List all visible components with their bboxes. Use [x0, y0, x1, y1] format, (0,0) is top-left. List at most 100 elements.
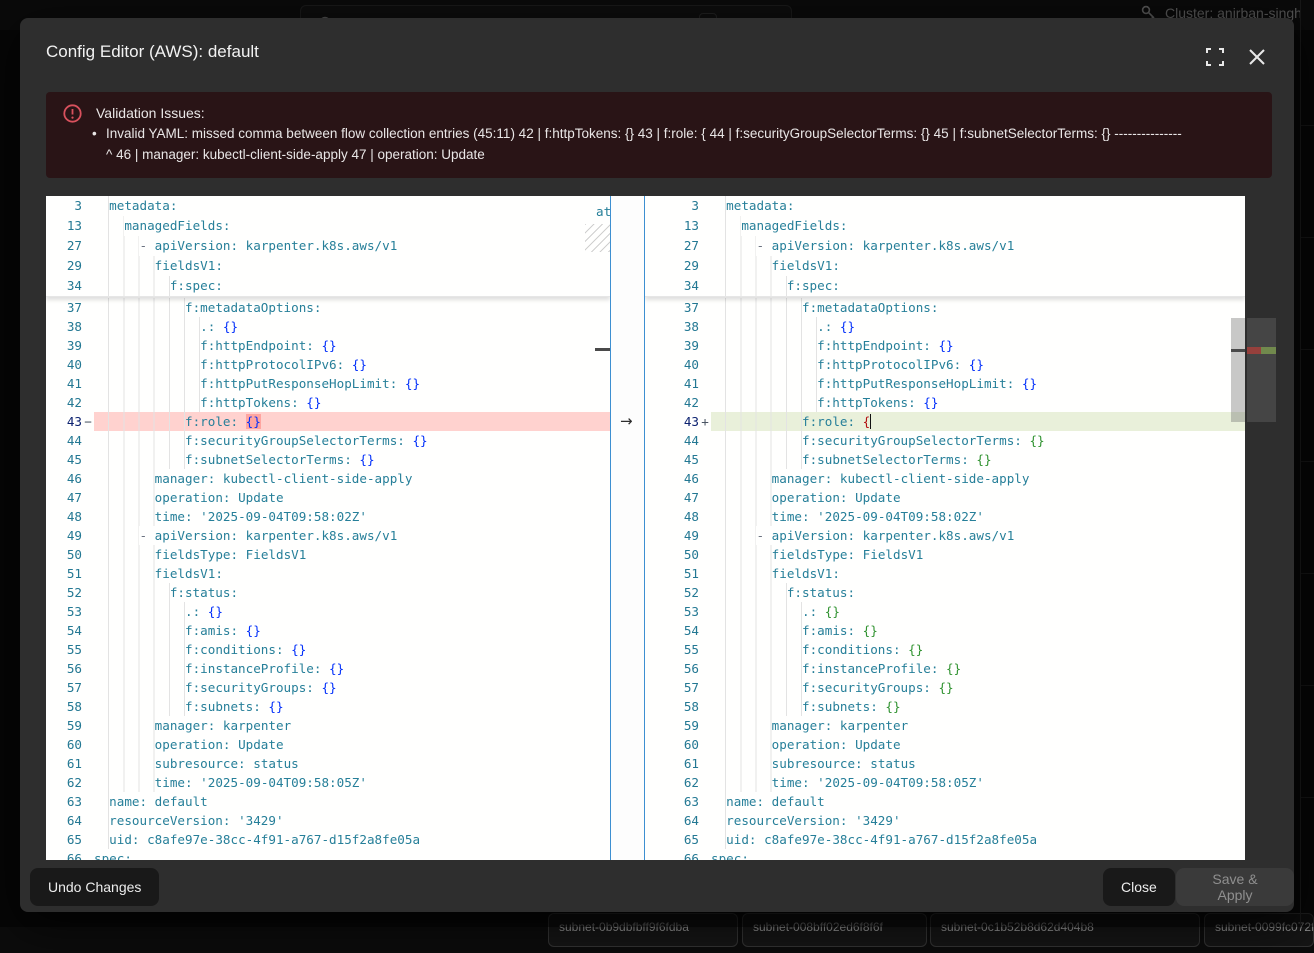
code-line-42[interactable]: 42f:httpTokens: {} — [645, 393, 1245, 412]
code-line-55[interactable]: 55f:conditions: {} — [46, 640, 610, 659]
diff-sign — [82, 431, 94, 450]
close-dialog-button[interactable] — [1242, 42, 1272, 72]
close-button[interactable]: Close — [1103, 868, 1175, 906]
code-text: - apiVersion: karpenter.k8s.aws/v1 — [711, 236, 1245, 256]
code-text: time: '2025-09-04T09:58:02Z' — [94, 507, 610, 526]
code-line-34[interactable]: 34f:spec: — [645, 276, 1245, 296]
revert-change-arrow[interactable]: → — [620, 412, 633, 430]
diff-sign — [82, 830, 94, 849]
line-number: 50 — [645, 545, 699, 564]
code-line-43[interactable]: 43+f:role: { — [645, 412, 1245, 431]
code-line-40[interactable]: 40f:httpProtocolIPv6: {} — [645, 355, 1245, 374]
code-line-61[interactable]: 61subresource: status — [645, 754, 1245, 773]
code-line-46[interactable]: 46manager: kubectl-client-side-apply — [46, 469, 610, 488]
code-line-57[interactable]: 57f:securityGroups: {} — [645, 678, 1245, 697]
code-line-56[interactable]: 56f:instanceProfile: {} — [46, 659, 610, 678]
code-line-27[interactable]: 27- apiVersion: karpenter.k8s.aws/v1 — [46, 236, 610, 256]
code-line-47[interactable]: 47operation: Update — [46, 488, 610, 507]
code-line-62[interactable]: 62time: '2025-09-04T09:58:05Z' — [645, 773, 1245, 792]
code-line-43[interactable]: 43−f:role: {} — [46, 412, 610, 431]
code-line-64[interactable]: 64resourceVersion: '3429' — [46, 811, 610, 830]
code-line-51[interactable]: 51fieldsV1: — [46, 564, 610, 583]
code-line-52[interactable]: 52f:status: — [46, 583, 610, 602]
code-line-61[interactable]: 61subresource: status — [46, 754, 610, 773]
code-line-41[interactable]: 41f:httpPutResponseHopLimit: {} — [46, 374, 610, 393]
code-line-59[interactable]: 59manager: karpenter — [46, 716, 610, 735]
diff-editor-sash[interactable]: → — [610, 196, 645, 860]
code-line-63[interactable]: 63name: default — [645, 792, 1245, 811]
diff-sign — [82, 849, 94, 860]
code-line-3[interactable]: 3metadata: — [46, 196, 610, 216]
code-line-34[interactable]: 34f:spec: — [46, 276, 610, 296]
code-line-38[interactable]: 38.: {} — [46, 317, 610, 336]
code-line-59[interactable]: 59manager: karpenter — [645, 716, 1245, 735]
code-line-49[interactable]: 49 - apiVersion: karpenter.k8s.aws/v1 — [645, 526, 1245, 545]
code-line-58[interactable]: 58f:subnets: {} — [46, 697, 610, 716]
diff-sign — [82, 602, 94, 621]
code-text: - apiVersion: karpenter.k8s.aws/v1 — [711, 526, 1245, 545]
overview-viewport-slider[interactable] — [1247, 318, 1276, 422]
code-line-48[interactable]: 48time: '2025-09-04T09:58:02Z' — [645, 507, 1245, 526]
code-line-48[interactable]: 48time: '2025-09-04T09:58:02Z' — [46, 507, 610, 526]
code-text: f:instanceProfile: {} — [711, 659, 1245, 678]
code-line-54[interactable]: 54f:amis: {} — [645, 621, 1245, 640]
code-line-46[interactable]: 46manager: kubectl-client-side-apply — [645, 469, 1245, 488]
code-line-13[interactable]: 13managedFields: — [645, 216, 1245, 236]
code-line-38[interactable]: 38.: {} — [645, 317, 1245, 336]
code-line-65[interactable]: 65uid: c8afe97e-38cc-4f91-a767-d15f2a8fe… — [46, 830, 610, 849]
code-line-53[interactable]: 53.: {} — [645, 602, 1245, 621]
code-line-60[interactable]: 60operation: Update — [46, 735, 610, 754]
code-line-64[interactable]: 64resourceVersion: '3429' — [645, 811, 1245, 830]
code-line-44[interactable]: 44f:securityGroupSelectorTerms: {} — [645, 431, 1245, 450]
code-line-65[interactable]: 65uid: c8afe97e-38cc-4f91-a767-d15f2a8fe… — [645, 830, 1245, 849]
line-number: 53 — [46, 602, 82, 621]
code-line-44[interactable]: 44f:securityGroupSelectorTerms: {} — [46, 431, 610, 450]
diff-overview-ruler[interactable] — [1247, 196, 1276, 860]
code-line-49[interactable]: 49- apiVersion: karpenter.k8s.aws/v1 — [46, 526, 610, 545]
line-number: 63 — [46, 792, 82, 811]
code-line-50[interactable]: 50fieldsType: FieldsV1 — [645, 545, 1245, 564]
code-line-3[interactable]: 3metadata: — [645, 196, 1245, 216]
code-line-63[interactable]: 63name: default — [46, 792, 610, 811]
line-number: 44 — [645, 431, 699, 450]
code-line-29[interactable]: 29fieldsV1: — [645, 256, 1245, 276]
code-line-45[interactable]: 45f:subnetSelectorTerms: {} — [645, 450, 1245, 469]
code-line-58[interactable]: 58f:subnets: {} — [645, 697, 1245, 716]
diff-sign — [699, 602, 711, 621]
code-line-42[interactable]: 42f:httpTokens: {} — [46, 393, 610, 412]
code-line-57[interactable]: 57f:securityGroups: {} — [46, 678, 610, 697]
line-number: 49 — [645, 526, 699, 545]
diff-sign — [699, 507, 711, 526]
code-line-66[interactable]: 66spec: — [645, 849, 1245, 860]
code-line-39[interactable]: 39f:httpEndpoint: {} — [645, 336, 1245, 355]
diff-modified-pane[interactable]: 37f:metadataOptions:38.: {}39f:httpEndpo… — [645, 196, 1245, 860]
save-apply-button[interactable]: Save & Apply — [1176, 868, 1294, 906]
code-line-52[interactable]: 52f:status: — [645, 583, 1245, 602]
code-line-40[interactable]: 40f:httpProtocolIPv6: {} — [46, 355, 610, 374]
code-line-27[interactable]: 27- apiVersion: karpenter.k8s.aws/v1 — [645, 236, 1245, 256]
code-line-13[interactable]: 13managedFields: — [46, 216, 610, 236]
code-line-37[interactable]: 37f:metadataOptions: — [645, 298, 1245, 317]
code-line-51[interactable]: 51fieldsV1: — [645, 564, 1245, 583]
vertical-scrollbar-slider[interactable] — [1231, 318, 1245, 422]
code-line-66[interactable]: 66spec: — [46, 849, 610, 860]
sticky-scroll-header[interactable]: 3metadata:13managedFields:27- apiVersion… — [645, 196, 1245, 297]
code-line-60[interactable]: 60operation: Update — [645, 735, 1245, 754]
code-line-55[interactable]: 55f:conditions: {} — [645, 640, 1245, 659]
code-line-54[interactable]: 54f:amis: {} — [46, 621, 610, 640]
code-line-39[interactable]: 39f:httpEndpoint: {} — [46, 336, 610, 355]
code-line-50[interactable]: 50fieldsType: FieldsV1 — [46, 545, 610, 564]
code-line-29[interactable]: 29fieldsV1: — [46, 256, 610, 276]
code-line-56[interactable]: 56f:instanceProfile: {} — [645, 659, 1245, 678]
sticky-scroll-header[interactable]: 3metadata:13managedFields:27- apiVersion… — [46, 196, 610, 297]
undo-changes-button[interactable]: Undo Changes — [30, 868, 159, 906]
fullscreen-button[interactable] — [1200, 42, 1230, 72]
code-line-41[interactable]: 41f:httpPutResponseHopLimit: {} — [645, 374, 1245, 393]
code-line-62[interactable]: 62time: '2025-09-04T09:58:05Z' — [46, 773, 610, 792]
diff-original-pane[interactable]: 37f:metadataOptions:38.: {}39f:httpEndpo… — [46, 196, 610, 860]
code-line-47[interactable]: 47operation: Update — [645, 488, 1245, 507]
code-line-37[interactable]: 37f:metadataOptions: — [46, 298, 610, 317]
code-line-45[interactable]: 45f:subnetSelectorTerms: {} — [46, 450, 610, 469]
line-number: 66 — [46, 849, 82, 860]
code-line-53[interactable]: 53.: {} — [46, 602, 610, 621]
